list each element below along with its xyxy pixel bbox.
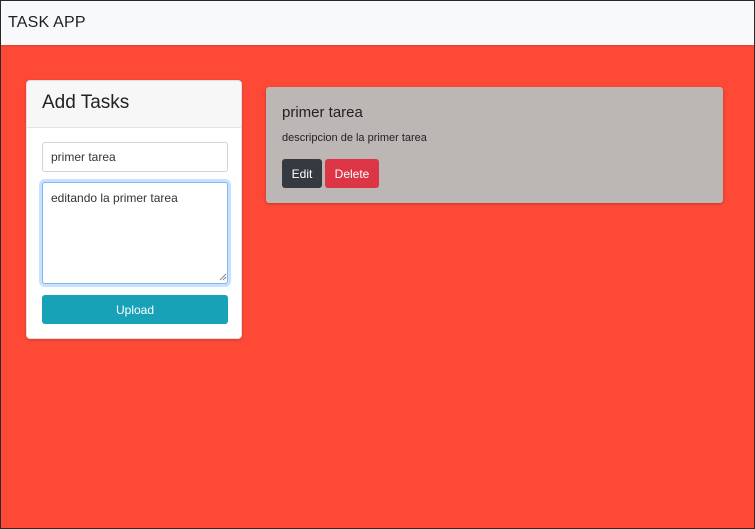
delete-button[interactable]: Delete bbox=[325, 159, 379, 188]
add-task-form-card: Add Tasks editando la primer tarea Uploa… bbox=[26, 80, 242, 339]
task-title-input[interactable] bbox=[42, 142, 228, 172]
task-card: primer tarea descripcion de la primer ta… bbox=[266, 87, 723, 203]
form-card-header: Add Tasks bbox=[27, 81, 241, 128]
resize-grip-icon[interactable] bbox=[219, 273, 227, 281]
task-description-textarea[interactable]: editando la primer tarea bbox=[42, 182, 228, 284]
navbar: TASK APP bbox=[1, 1, 754, 45]
task-description: descripcion de la primer tarea bbox=[282, 132, 427, 144]
edit-button[interactable]: Edit bbox=[282, 159, 322, 188]
task-title: primer tarea bbox=[282, 104, 363, 121]
form-title: Add Tasks bbox=[42, 92, 130, 113]
navbar-brand[interactable]: TASK APP bbox=[8, 14, 86, 32]
upload-button[interactable]: Upload bbox=[42, 295, 228, 324]
